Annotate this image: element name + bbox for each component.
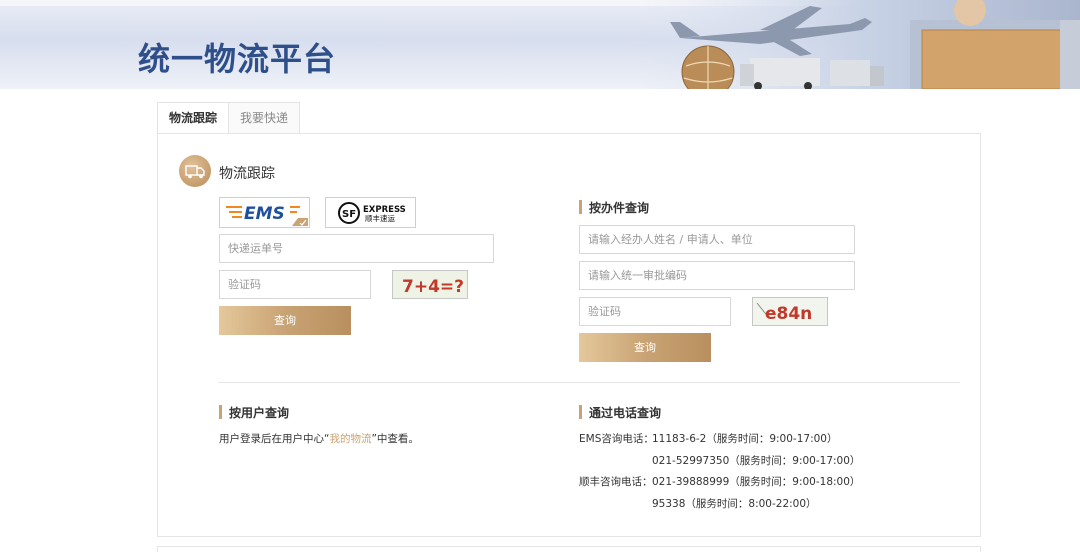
captcha-glyphs: 7+4=? xyxy=(402,277,464,297)
captcha-image[interactable]: 7+4=? xyxy=(392,270,468,299)
office-captcha-input[interactable]: 验证码 xyxy=(579,297,731,326)
office-captcha-image[interactable]: e84n xyxy=(752,297,828,326)
header-banner: 统一物流平台 xyxy=(0,0,1080,89)
captcha-input[interactable]: 验证码 xyxy=(219,270,371,299)
ems-phone-label: EMS咨询电话： xyxy=(579,433,654,445)
tab-tracking[interactable]: 物流跟踪 xyxy=(157,102,230,133)
sf-phone-line-1: 021-39888999（服务时间：9:00-18:00） xyxy=(652,476,861,488)
delivery-truck-icon xyxy=(179,155,211,187)
svg-text:顺丰速运: 顺丰速运 xyxy=(365,213,395,223)
tab-send-express[interactable]: 我要快递 xyxy=(229,102,301,133)
approval-code-input[interactable]: 请输入统一审批编码 xyxy=(579,261,855,290)
sf-express-carrier-button[interactable]: SF EXPRESS 顺丰速运 xyxy=(325,197,416,228)
phone-query-heading: 通过电话查询 xyxy=(579,404,661,421)
ems-logo-icon: EMS xyxy=(226,204,308,226)
tab-bar: 物流跟踪 我要快递 xyxy=(157,102,301,133)
logistics-illustration-icon xyxy=(640,0,1080,89)
ems-phone-line-2: 021-52997350（服务时间：9:00-17:00） xyxy=(652,455,861,467)
sf-phone-line-2: 95338（服务时间：8:00-22:00） xyxy=(652,498,817,510)
user-query-text-before: 用户登录后在用户中心“ xyxy=(219,433,330,445)
tracking-query-button[interactable]: 查询 xyxy=(219,306,351,335)
site-title: 统一物流平台 xyxy=(138,40,337,78)
user-query-text: 用户登录后在用户中心“我的物流”中查看。 xyxy=(219,431,419,446)
office-captcha-text: e84n xyxy=(765,304,812,324)
applicant-name-input[interactable]: 请输入经办人姓名 / 申请人、单位 xyxy=(579,225,855,254)
ems-carrier-button[interactable]: EMS xyxy=(219,197,310,228)
office-captcha-glyphs: e84n xyxy=(756,302,812,324)
user-query-heading: 按用户查询 xyxy=(219,404,289,421)
captcha-text: 7+4=? xyxy=(402,277,464,297)
bottom-panel-edge xyxy=(157,546,981,552)
sf-express-logo-icon: SF EXPRESS 顺丰速运 xyxy=(338,202,406,224)
my-logistics-link[interactable]: 我的物流 xyxy=(329,433,371,445)
section-title: 物流跟踪 xyxy=(219,166,275,182)
user-query-text-after: ”中查看。 xyxy=(371,433,419,445)
sf-phone-label: 顺丰咨询电话： xyxy=(579,476,653,488)
tracking-number-input[interactable]: 快递运单号 xyxy=(219,234,494,263)
section-divider xyxy=(218,382,960,383)
ems-phone-line-1: 11183-6-2（服务时间：9:00-17:00） xyxy=(652,433,838,445)
office-query-button[interactable]: 查询 xyxy=(579,333,711,362)
office-query-heading: 按办件查询 xyxy=(579,199,649,216)
svg-text:EMS: EMS xyxy=(244,204,285,224)
svg-text:SF: SF xyxy=(342,209,356,220)
